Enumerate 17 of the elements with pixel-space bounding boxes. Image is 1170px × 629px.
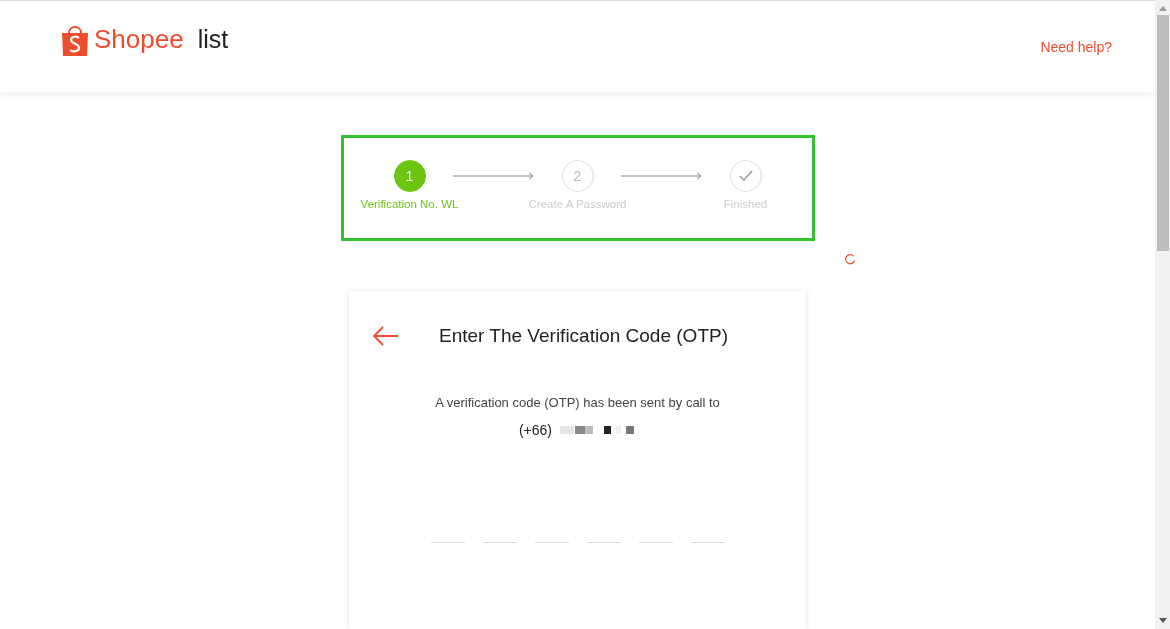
scrollbar[interactable] (1155, 0, 1170, 629)
card-title: Enter The Verification Code (OTP) (439, 325, 728, 347)
otp-message: A verification code (OTP) has been sent by call to (435, 395, 720, 410)
country-code: (+66) (518, 422, 553, 438)
step-number: 1 (393, 160, 426, 192)
scroll-down-icon[interactable] (1158, 618, 1167, 623)
check-icon (738, 170, 753, 182)
arrow-icon (452, 172, 535, 180)
logo-text[interactable]: Shopee (94, 24, 184, 55)
loading-spinner-icon (844, 254, 856, 265)
arrow-icon (620, 172, 703, 180)
page-title: list (197, 25, 229, 54)
scrollbar-thumb[interactable] (1156, 15, 1169, 251)
scroll-up-icon[interactable] (1158, 6, 1167, 11)
back-arrow-icon[interactable] (373, 326, 399, 346)
step-label: Verification No. WL (360, 198, 459, 210)
help-link[interactable]: Need help? (1040, 38, 1112, 55)
